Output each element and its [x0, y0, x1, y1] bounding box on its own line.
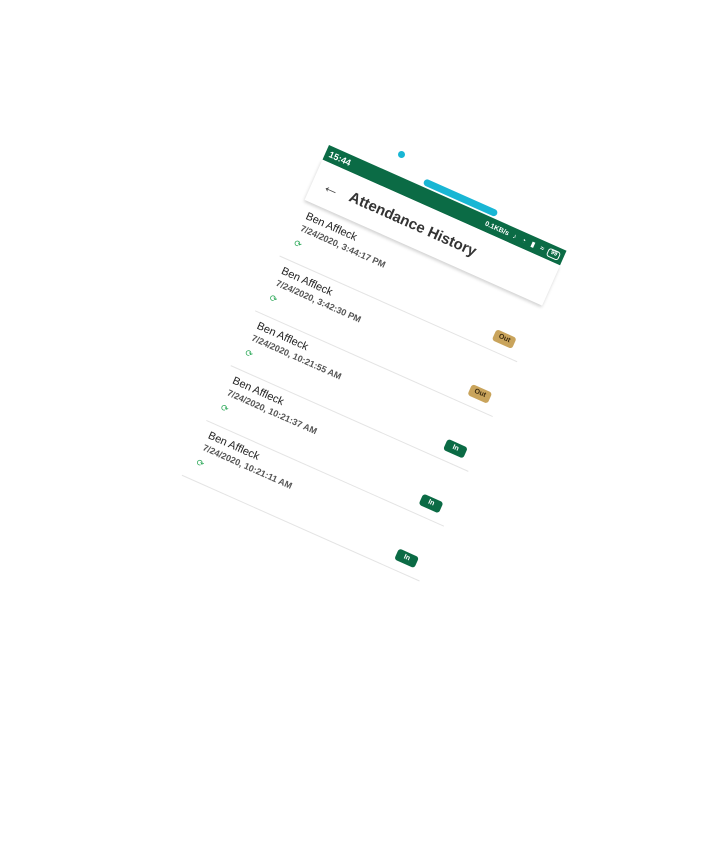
status-badge: In [442, 438, 468, 459]
notification-icon: ♪ [511, 232, 518, 241]
status-badge: In [418, 493, 444, 514]
signal-icon: ▮ [529, 240, 537, 249]
decorative-dot [398, 151, 405, 158]
sync-icon: ⟳ [267, 292, 279, 305]
wifi-icon: ≈ [538, 244, 546, 253]
sync-icon: ⟳ [243, 347, 255, 360]
sync-icon: ⟳ [292, 237, 304, 250]
battery-icon: 99 [546, 247, 562, 261]
stage: 15:44 0.1KB/s ♪ ◔ ▮ ≈ 99 ← Attendance Hi… [0, 0, 706, 844]
sync-icon: ⟳ [194, 457, 206, 470]
app-screen: 15:44 0.1KB/s ♪ ◔ ▮ ≈ 99 ← Attendance Hi… [150, 145, 567, 653]
status-badge: Out [467, 383, 493, 404]
back-arrow-icon: ← [319, 174, 345, 201]
alarm-icon: ◔ [520, 236, 528, 245]
sync-icon: ⟳ [219, 402, 231, 415]
status-badge: Out [491, 329, 517, 350]
status-badge: In [394, 548, 420, 569]
